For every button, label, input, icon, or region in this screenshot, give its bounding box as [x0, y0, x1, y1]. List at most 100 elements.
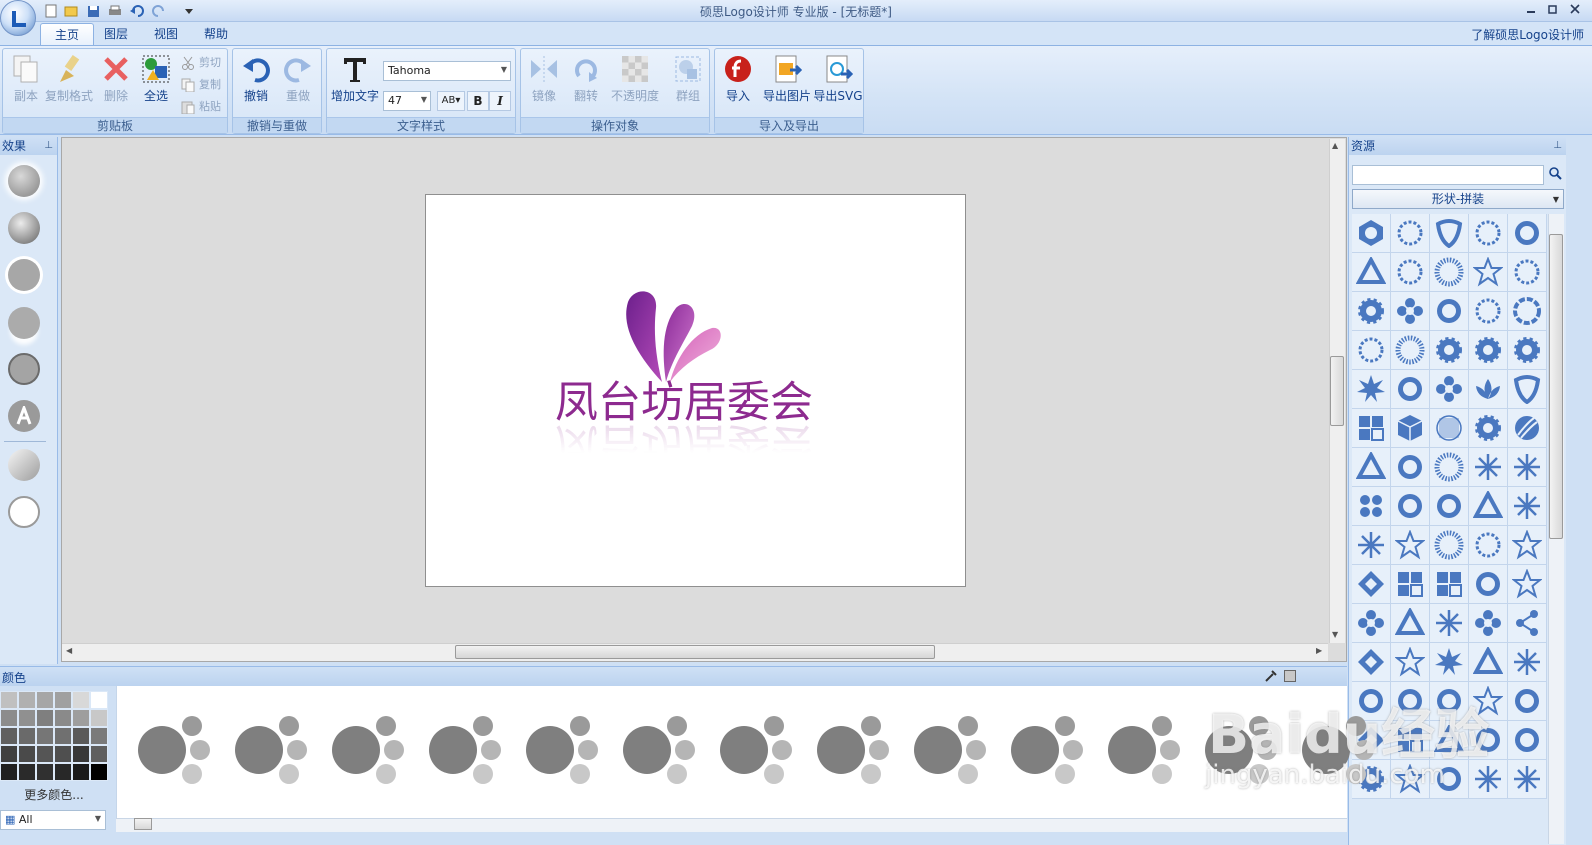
shape-item[interactable]: [1469, 565, 1508, 604]
import-button[interactable]: 导入: [715, 53, 761, 104]
scroll-up-icon[interactable]: ▲: [1332, 141, 1338, 150]
tab-layers[interactable]: 图层: [90, 23, 142, 45]
copy-button[interactable]: 复制: [181, 75, 221, 95]
color-swatch[interactable]: [0, 691, 18, 709]
shape-item[interactable]: [1508, 721, 1547, 760]
shape-item[interactable]: [1391, 643, 1430, 682]
color-swatch[interactable]: [36, 709, 54, 727]
export-svg-button[interactable]: 导出SVG: [813, 53, 863, 104]
undo-quick-icon[interactable]: [128, 2, 146, 20]
shape-item[interactable]: [1352, 565, 1391, 604]
shape-item[interactable]: [1430, 253, 1469, 292]
color-swatch[interactable]: [36, 763, 54, 781]
search-icon[interactable]: [1549, 167, 1562, 183]
shape-item[interactable]: [1352, 487, 1391, 526]
shape-item[interactable]: [1352, 643, 1391, 682]
undo-button[interactable]: 撤销: [233, 53, 279, 104]
style-preset-item[interactable]: [231, 714, 311, 784]
shape-item[interactable]: [1352, 526, 1391, 565]
rotate-button[interactable]: 翻转: [563, 53, 609, 104]
color-swatch[interactable]: [0, 727, 18, 745]
color-swatch[interactable]: [18, 763, 36, 781]
color-swatch[interactable]: [72, 727, 90, 745]
shape-item[interactable]: [1430, 292, 1469, 331]
style-preset-item[interactable]: [813, 714, 893, 784]
shape-item[interactable]: [1430, 604, 1469, 643]
style-preset-item[interactable]: [134, 714, 214, 784]
shape-item[interactable]: [1391, 448, 1430, 487]
color-swatch[interactable]: [18, 709, 36, 727]
more-colors-link[interactable]: 更多颜色...: [0, 786, 108, 803]
shape-item[interactable]: [1430, 409, 1469, 448]
resource-scroll-thumb[interactable]: [1549, 234, 1563, 539]
scroll-left-icon[interactable]: ◀: [66, 646, 72, 655]
shape-item[interactable]: [1391, 409, 1430, 448]
tab-home[interactable]: 主页: [40, 23, 95, 45]
shape-item[interactable]: [1469, 643, 1508, 682]
shape-item[interactable]: [1508, 214, 1547, 253]
color-swatch[interactable]: [72, 745, 90, 763]
shape-item[interactable]: [1508, 253, 1547, 292]
shape-item[interactable]: [1508, 292, 1547, 331]
shape-item[interactable]: [1391, 565, 1430, 604]
shape-item[interactable]: [1352, 604, 1391, 643]
style-preset-item[interactable]: [619, 714, 699, 784]
shape-item[interactable]: [1508, 448, 1547, 487]
effect-gradient[interactable]: [8, 449, 40, 481]
shape-item[interactable]: [1430, 565, 1469, 604]
resource-category-select[interactable]: 形状-拼装 ▼: [1352, 189, 1564, 209]
bold-button[interactable]: B: [467, 91, 489, 111]
style-preset-item[interactable]: [1104, 714, 1184, 784]
effect-outline[interactable]: [8, 259, 40, 291]
current-color-swatch[interactable]: [1284, 670, 1296, 682]
shape-item[interactable]: [1430, 370, 1469, 409]
shape-item[interactable]: [1352, 409, 1391, 448]
color-swatch[interactable]: [36, 745, 54, 763]
style-filter-select[interactable]: ▦ All ▼: [0, 810, 106, 830]
color-swatch[interactable]: [18, 745, 36, 763]
opacity-button[interactable]: 不透明度: [607, 53, 663, 104]
style-strip-scroll-thumb[interactable]: [134, 818, 152, 830]
shape-item[interactable]: [1352, 331, 1391, 370]
shape-item[interactable]: [1352, 292, 1391, 331]
effect-reflection[interactable]: [8, 307, 40, 339]
select-all-button[interactable]: 全选: [133, 53, 179, 104]
style-preset-item[interactable]: [328, 714, 408, 784]
color-swatch[interactable]: [90, 727, 108, 745]
shape-item[interactable]: [1508, 409, 1547, 448]
shape-item[interactable]: [1469, 370, 1508, 409]
color-swatch[interactable]: [18, 691, 36, 709]
open-folder-icon[interactable]: [62, 2, 80, 20]
shape-item[interactable]: [1469, 331, 1508, 370]
color-swatch[interactable]: [54, 709, 72, 727]
shape-item[interactable]: [1469, 253, 1508, 292]
shape-item[interactable]: [1469, 214, 1508, 253]
shape-item[interactable]: [1352, 370, 1391, 409]
shape-item[interactable]: [1352, 448, 1391, 487]
shape-item[interactable]: [1391, 487, 1430, 526]
color-swatch[interactable]: [90, 745, 108, 763]
style-preset-item[interactable]: [910, 714, 990, 784]
tab-view[interactable]: 视图: [140, 23, 192, 45]
mirror-button[interactable]: 镜像: [521, 53, 567, 104]
color-swatch[interactable]: [54, 727, 72, 745]
group-objects-button[interactable]: 群组: [665, 53, 711, 104]
italic-button[interactable]: I: [489, 91, 511, 111]
style-preset-item[interactable]: [1007, 714, 1087, 784]
logo-petals-graphic[interactable]: [620, 288, 724, 384]
color-swatch[interactable]: [72, 691, 90, 709]
style-preset-item[interactable]: [716, 714, 796, 784]
color-swatch[interactable]: [0, 763, 18, 781]
shape-item[interactable]: [1469, 487, 1508, 526]
paste-button[interactable]: 粘贴: [181, 97, 221, 117]
add-text-button[interactable]: 增加文字: [329, 53, 381, 104]
style-preset-item[interactable]: [522, 714, 602, 784]
shape-item[interactable]: [1508, 526, 1547, 565]
effect-stroke[interactable]: [8, 353, 40, 385]
format-painter-button[interactable]: 复制格式: [43, 53, 95, 104]
text-effect-button[interactable]: AB▾: [437, 91, 465, 111]
shape-item[interactable]: [1391, 331, 1430, 370]
shape-item[interactable]: [1508, 682, 1547, 721]
shape-item[interactable]: [1508, 565, 1547, 604]
shape-item[interactable]: [1430, 487, 1469, 526]
